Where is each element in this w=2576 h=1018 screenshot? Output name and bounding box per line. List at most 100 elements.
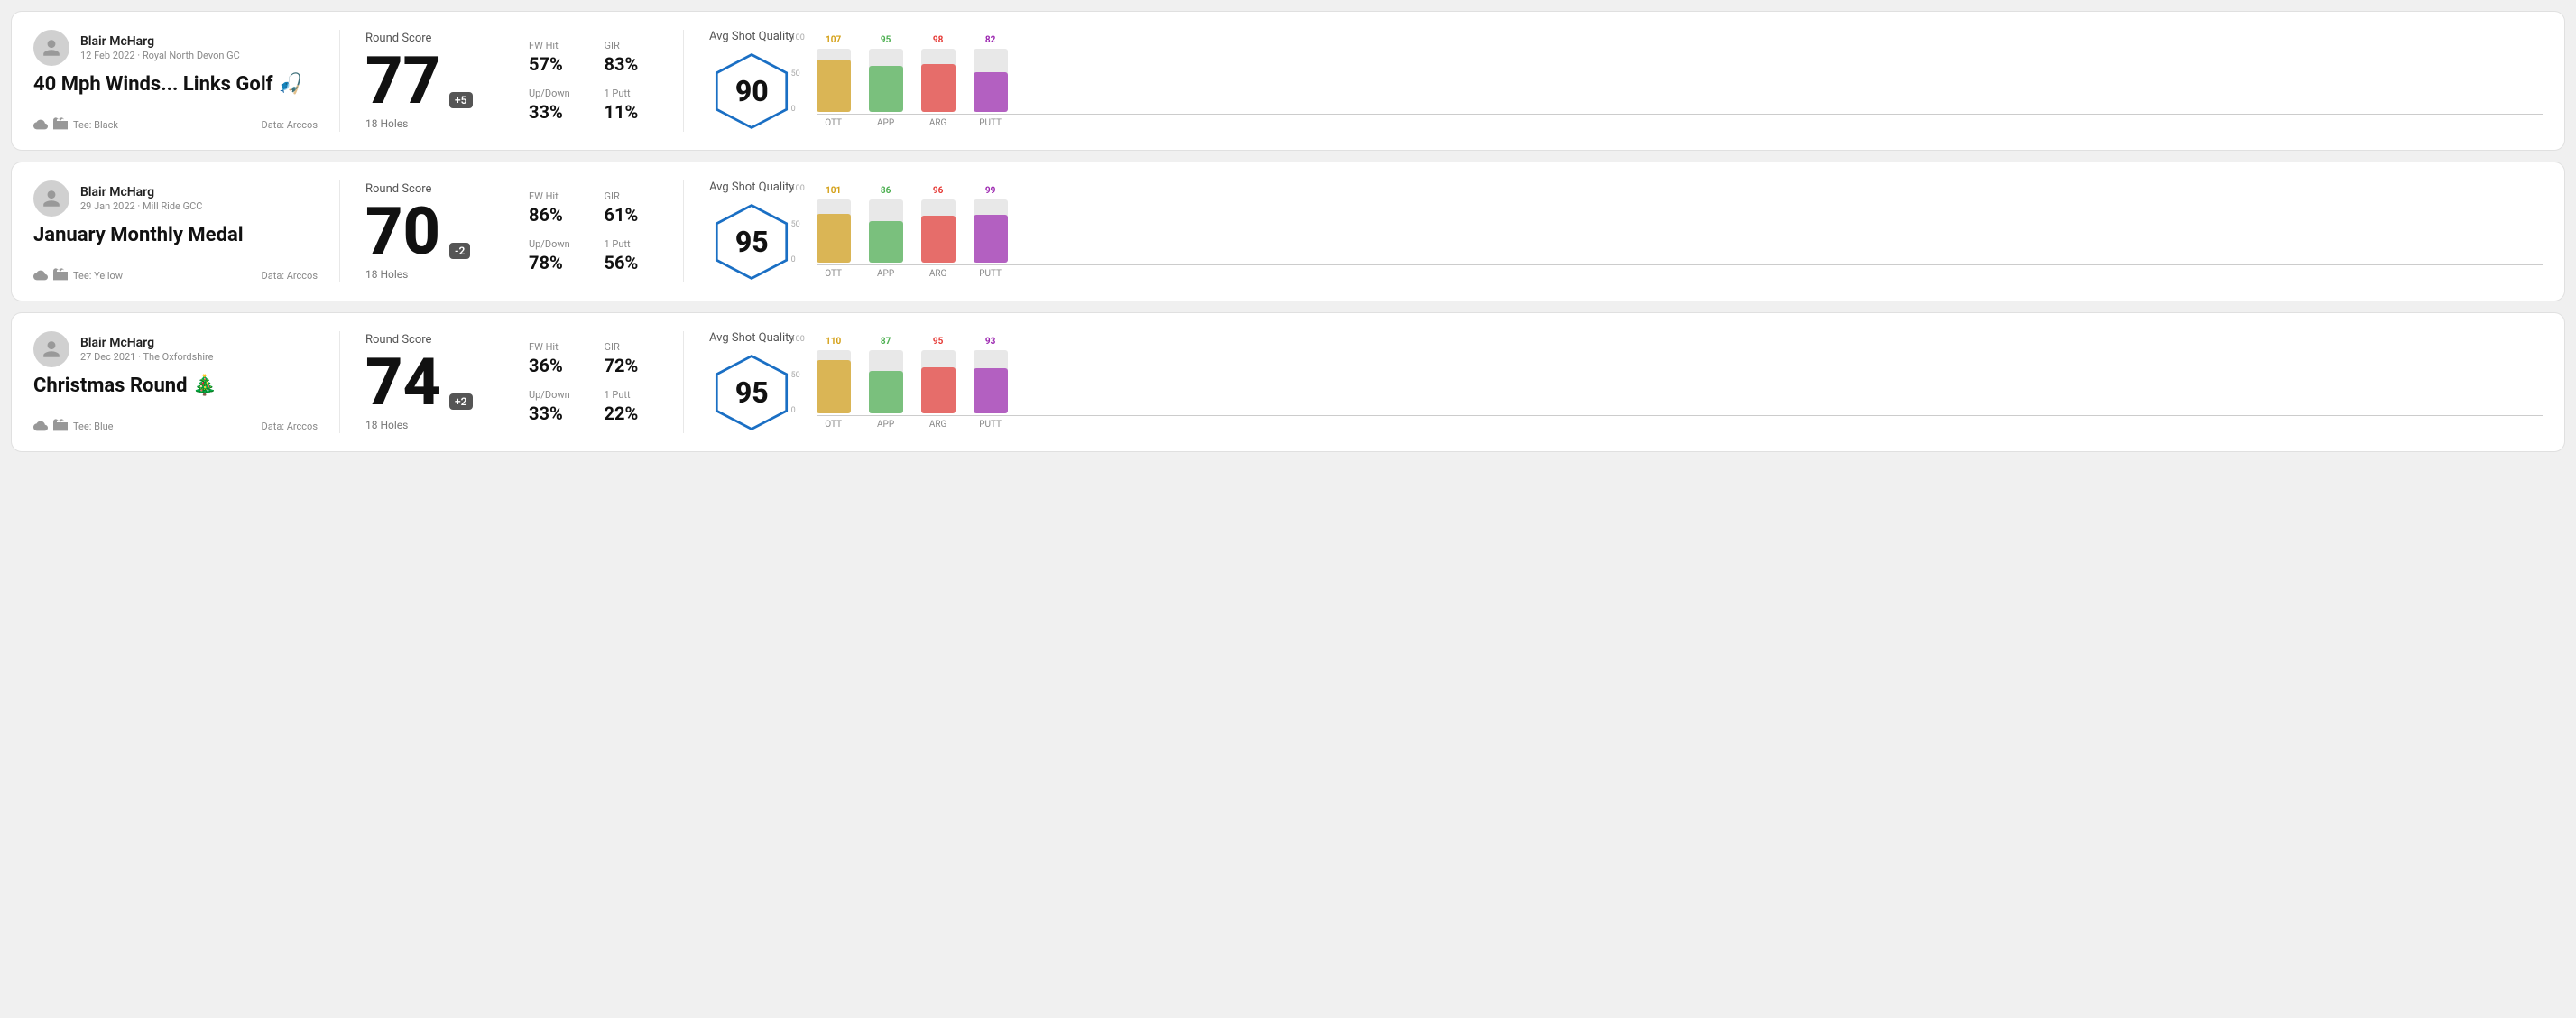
player-meta: 29 Jan 2022 · Mill Ride GCC bbox=[80, 200, 202, 212]
updown-label: Up/Down bbox=[529, 238, 583, 250]
round-title: January Monthly Medal bbox=[33, 224, 318, 247]
bar-value-label-app: 86 bbox=[881, 186, 891, 196]
tee-info: Tee: Blue bbox=[33, 419, 114, 433]
round-card-1: Blair McHarg 12 Feb 2022 · Royal North D… bbox=[11, 11, 2565, 151]
oneputt-value: 11% bbox=[605, 101, 659, 123]
score-number: 70 bbox=[365, 199, 440, 264]
bar-group-app: 87 bbox=[869, 337, 903, 413]
bar-fill-app bbox=[869, 66, 903, 112]
card-quality: Avg Shot Quality 95 100500110879593OTTAP… bbox=[683, 331, 2543, 433]
bar-fill-putt bbox=[974, 368, 1008, 413]
bag-icon bbox=[53, 268, 68, 282]
updown-value: 33% bbox=[529, 101, 583, 123]
fw-hit-value: 36% bbox=[529, 355, 583, 376]
hexagon-container: 90 bbox=[709, 51, 795, 132]
bar-wrapper-ott bbox=[817, 350, 851, 413]
bar-fill-arg bbox=[921, 367, 956, 413]
score-number: 74 bbox=[365, 350, 440, 415]
chart-x-label-putt: PUTT bbox=[974, 269, 1008, 279]
card-footer: Tee: Blue Data: Arccos bbox=[33, 419, 318, 433]
tee-info: Tee: Yellow bbox=[33, 268, 123, 282]
gir-value: 72% bbox=[605, 355, 659, 376]
bar-fill-app bbox=[869, 371, 903, 413]
player-name: Blair McHarg bbox=[80, 185, 202, 199]
bar-wrapper-arg bbox=[921, 199, 956, 263]
card-score: Round Score 77 +5 18 Holes bbox=[340, 30, 503, 132]
card-stats: FW Hit 57% GIR 83% Up/Down 33% 1 Putt 11… bbox=[503, 30, 683, 132]
gir-value: 61% bbox=[605, 204, 659, 226]
bar-wrapper-app bbox=[869, 49, 903, 112]
gir-stat: GIR 72% bbox=[605, 341, 659, 376]
bar-value-label-putt: 93 bbox=[985, 337, 995, 347]
quality-label: Avg Shot Quality bbox=[709, 180, 795, 194]
chart-x-label-putt: PUTT bbox=[974, 420, 1008, 430]
player-text: Blair McHarg 27 Dec 2021 · The Oxfordshi… bbox=[80, 336, 213, 363]
player-text: Blair McHarg 29 Jan 2022 · Mill Ride GCC bbox=[80, 185, 202, 212]
bar-fill-app bbox=[869, 221, 903, 263]
chart-x-label-app: APP bbox=[869, 420, 903, 430]
card-left: Blair McHarg 12 Feb 2022 · Royal North D… bbox=[33, 30, 340, 132]
score-number: 77 bbox=[365, 49, 440, 114]
oneputt-value: 56% bbox=[605, 252, 659, 273]
round-card-2: Blair McHarg 29 Jan 2022 · Mill Ride GCC… bbox=[11, 162, 2565, 301]
card-stats: FW Hit 86% GIR 61% Up/Down 78% 1 Putt 56… bbox=[503, 180, 683, 282]
card-left: Blair McHarg 27 Dec 2021 · The Oxfordshi… bbox=[33, 331, 340, 433]
bar-wrapper-app bbox=[869, 199, 903, 263]
score-row: 70 -2 bbox=[365, 199, 477, 264]
chart-x-label-ott: OTT bbox=[817, 269, 851, 279]
weather-icon bbox=[33, 117, 48, 132]
card-score: Round Score 70 -2 18 Holes bbox=[340, 180, 503, 282]
score-badge-area: +5 bbox=[449, 92, 472, 114]
chart-y-labels: 100500 bbox=[791, 184, 805, 264]
player-name: Blair McHarg bbox=[80, 336, 213, 350]
bar-value-label-ott: 107 bbox=[826, 35, 841, 45]
player-info: Blair McHarg 27 Dec 2021 · The Oxfordshi… bbox=[33, 331, 318, 367]
bar-wrapper-app bbox=[869, 350, 903, 413]
oneputt-stat: 1 Putt 11% bbox=[605, 88, 659, 123]
gir-label: GIR bbox=[605, 40, 659, 51]
gir-value: 83% bbox=[605, 53, 659, 75]
round-card-3: Blair McHarg 27 Dec 2021 · The Oxfordshi… bbox=[11, 312, 2565, 452]
fw-hit-value: 86% bbox=[529, 204, 583, 226]
fw-hit-value: 57% bbox=[529, 53, 583, 75]
card-left: Blair McHarg 29 Jan 2022 · Mill Ride GCC… bbox=[33, 180, 340, 282]
weather-icon bbox=[33, 419, 48, 433]
hexagon: 95 bbox=[711, 201, 792, 282]
bar-fill-arg bbox=[921, 216, 956, 263]
chart-x-label-ott: OTT bbox=[817, 118, 851, 128]
stats-grid: FW Hit 57% GIR 83% Up/Down 33% 1 Putt 11… bbox=[529, 40, 658, 123]
bar-group-ott: 101 bbox=[817, 186, 851, 263]
bar-group-app: 86 bbox=[869, 186, 903, 263]
oneputt-label: 1 Putt bbox=[605, 238, 659, 250]
hexagon-container: 95 bbox=[709, 201, 795, 282]
chart-y-labels: 100500 bbox=[791, 335, 805, 415]
score-row: 74 +2 bbox=[365, 350, 477, 415]
score-badge-area: +2 bbox=[449, 393, 472, 415]
bar-wrapper-ott bbox=[817, 49, 851, 112]
bar-wrapper-arg bbox=[921, 49, 956, 112]
bag-icon bbox=[53, 117, 68, 132]
chart-x-label-app: APP bbox=[869, 118, 903, 128]
bar-group-ott: 110 bbox=[817, 337, 851, 413]
stats-grid: FW Hit 36% GIR 72% Up/Down 33% 1 Putt 22… bbox=[529, 341, 658, 424]
oneputt-stat: 1 Putt 22% bbox=[605, 389, 659, 424]
bar-value-label-app: 95 bbox=[881, 35, 891, 45]
score-row: 77 +5 bbox=[365, 49, 477, 114]
score-holes: 18 Holes bbox=[365, 268, 477, 281]
updown-label: Up/Down bbox=[529, 389, 583, 401]
bar-fill-ott bbox=[817, 60, 851, 112]
fw-hit-label: FW Hit bbox=[529, 190, 583, 202]
avatar bbox=[33, 30, 69, 66]
bar-group-arg: 95 bbox=[921, 337, 956, 413]
gir-label: GIR bbox=[605, 341, 659, 353]
fw-hit-stat: FW Hit 57% bbox=[529, 40, 583, 75]
hexagon-score: 95 bbox=[735, 375, 769, 410]
bar-fill-putt bbox=[974, 215, 1008, 263]
bar-group-putt: 82 bbox=[974, 35, 1008, 112]
hexagon-score: 90 bbox=[735, 74, 769, 108]
chart-x-label-app: APP bbox=[869, 269, 903, 279]
card-stats: FW Hit 36% GIR 72% Up/Down 33% 1 Putt 22… bbox=[503, 331, 683, 433]
tee-info: Tee: Black bbox=[33, 117, 118, 132]
updown-stat: Up/Down 78% bbox=[529, 238, 583, 273]
chart-x-labels: OTTAPPARGPUTT bbox=[817, 420, 2543, 430]
